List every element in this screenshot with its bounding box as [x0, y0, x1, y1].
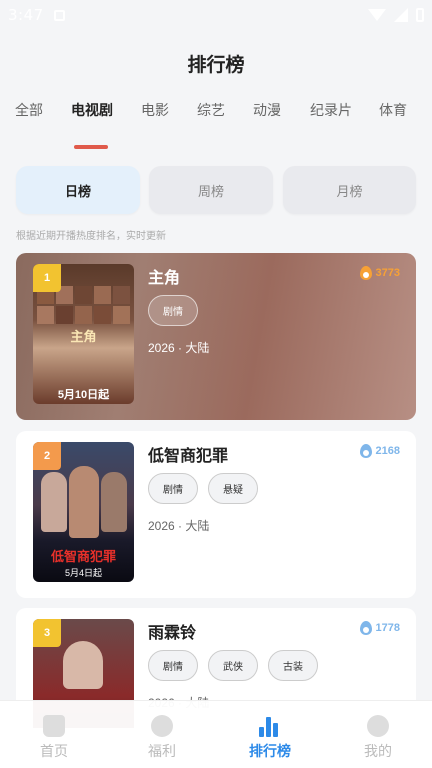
status-bar: 3:47: [0, 0, 432, 30]
show-title: 雨霖铃: [148, 625, 197, 642]
poster-date: 5月10日起: [57, 389, 110, 401]
tab-sports[interactable]: 体育: [379, 100, 407, 120]
nav-home-label: 首页: [40, 743, 68, 759]
show-title: 低智商犯罪: [148, 448, 229, 465]
genre-tag[interactable]: 古装: [268, 650, 318, 681]
poster-figure: [63, 641, 103, 689]
nav-ranking-label: 排行榜: [249, 743, 291, 759]
genre-tag[interactable]: 剧情: [148, 650, 198, 681]
nav-profile-label: 我的: [364, 743, 392, 759]
poster-image: 低智商犯罪 5月4日起 2: [33, 442, 134, 582]
heat-score: 1778: [359, 621, 400, 635]
poster-title: 主角: [70, 329, 97, 344]
bottom-nav: 首页 福利 排行榜 我的: [0, 700, 432, 768]
flame-icon: [359, 266, 372, 280]
ranking-hint: 根据近期开播热度排名，实时更新: [16, 231, 166, 242]
home-icon: [43, 715, 65, 737]
poster-figure: [41, 472, 67, 532]
heat-score: 3773: [359, 266, 400, 280]
nav-home[interactable]: 首页: [14, 715, 94, 761]
tab-tv-series[interactable]: 电视剧: [71, 100, 113, 120]
bar-chart-icon: [259, 715, 281, 737]
page-title: 排行榜: [187, 55, 245, 76]
heat-score: 2168: [359, 444, 400, 458]
nav-welfare[interactable]: 福利: [122, 715, 202, 761]
tag-list: 剧情 悬疑: [148, 473, 258, 504]
poster-figure: [101, 472, 127, 532]
status-time: 3:47: [8, 6, 44, 24]
rank-badge: 1: [33, 264, 61, 292]
period-tab-daily[interactable]: 日榜: [16, 166, 140, 214]
flame-icon: [359, 444, 372, 458]
flame-icon: [359, 621, 372, 635]
poster-figure: [69, 466, 99, 538]
tag-list: 剧情: [148, 295, 198, 326]
show-meta: 2026 · 大陆: [148, 341, 210, 355]
tab-all[interactable]: 全部: [15, 100, 43, 120]
tab-indicator: [74, 145, 108, 149]
poster-title: 低智商犯罪: [50, 549, 116, 564]
tab-variety[interactable]: 综艺: [197, 100, 225, 120]
heat-value: 3773: [375, 267, 400, 279]
category-tabs: 全部 电视剧 电影 综艺 动漫 纪录片 体育: [0, 100, 432, 124]
heat-value: 2168: [375, 445, 400, 457]
period-tab-weekly[interactable]: 周榜: [149, 166, 273, 214]
rank-badge: 2: [33, 442, 61, 470]
planet-icon: [151, 715, 173, 737]
poster-date: 5月4日起: [64, 568, 102, 578]
tag-list: 剧情 武侠 古装: [148, 650, 318, 681]
nav-profile[interactable]: 我的: [338, 715, 418, 761]
period-tab-monthly[interactable]: 月榜: [283, 166, 416, 214]
notification-icon: [53, 9, 65, 21]
show-title: 主角: [148, 270, 181, 287]
show-meta: 2026 · 大陆: [148, 519, 210, 533]
ranking-card[interactable]: 主角 5月10日起 1 主角 3773 剧情 2026 · 大陆: [16, 253, 416, 420]
nav-welfare-label: 福利: [148, 743, 176, 759]
heat-value: 1778: [375, 622, 400, 634]
poster-image: 主角 5月10日起 1: [33, 264, 134, 404]
signal-icon: [394, 8, 408, 22]
rank-badge: 3: [33, 619, 61, 647]
genre-tag[interactable]: 剧情: [148, 473, 198, 504]
genre-tag[interactable]: 悬疑: [208, 473, 258, 504]
tab-movie[interactable]: 电影: [141, 100, 169, 120]
wifi-icon: [368, 9, 386, 21]
tab-documentary[interactable]: 纪录片: [310, 100, 352, 120]
tab-anime[interactable]: 动漫: [253, 100, 281, 120]
profile-icon: [367, 715, 389, 737]
ranking-card[interactable]: 低智商犯罪 5月4日起 2 低智商犯罪 2168 剧情 悬疑 2026 · 大陆: [16, 431, 416, 598]
battery-icon: [416, 8, 424, 22]
genre-tag[interactable]: 武侠: [208, 650, 258, 681]
nav-ranking[interactable]: 排行榜: [230, 715, 310, 761]
genre-tag[interactable]: 剧情: [148, 295, 198, 326]
